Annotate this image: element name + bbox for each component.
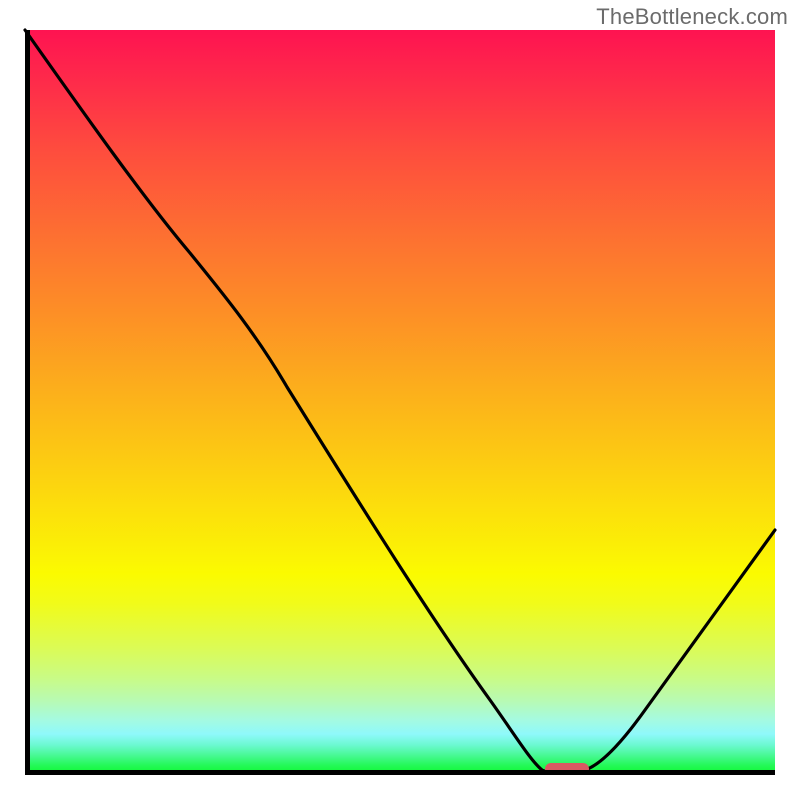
y-axis (25, 30, 30, 775)
watermark-text: TheBottleneck.com (596, 4, 788, 30)
plot-area (25, 30, 775, 775)
curve-layer (25, 30, 775, 775)
chart-frame: TheBottleneck.com (0, 0, 800, 800)
bottleneck-curve (25, 30, 775, 773)
x-axis (25, 770, 775, 775)
